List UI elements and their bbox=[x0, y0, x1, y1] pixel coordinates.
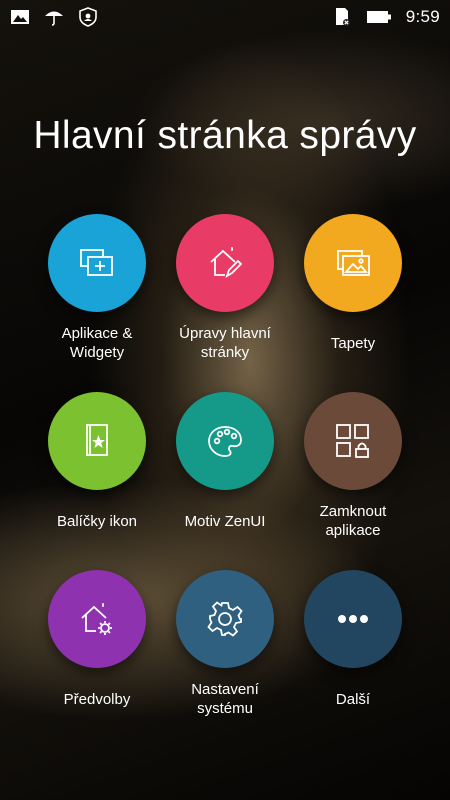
status-left bbox=[10, 7, 98, 27]
settings-grid: Aplikace & Widgety Úpravy hlavní stránky… bbox=[34, 214, 418, 748]
sd-card-icon bbox=[335, 8, 350, 26]
umbrella-icon bbox=[45, 11, 63, 26]
app-lock-icon bbox=[336, 424, 369, 458]
more-button[interactable] bbox=[304, 570, 402, 668]
icon-pack-button[interactable] bbox=[48, 392, 146, 490]
shield-icon bbox=[79, 7, 97, 27]
battery-icon bbox=[366, 11, 391, 23]
tile-apps-widgets[interactable]: Aplikace & Widgety bbox=[34, 214, 160, 392]
tile-app-lock[interactable]: Zamknout aplikace bbox=[290, 392, 416, 570]
tile-label: Tapety bbox=[330, 334, 376, 352]
tile-label: Motiv ZenUI bbox=[184, 512, 266, 530]
preferences-button[interactable] bbox=[48, 570, 146, 668]
tile-label: Nastavení systému bbox=[191, 681, 259, 717]
status-bar: 9:59 bbox=[0, 0, 450, 34]
clock: 9:59 bbox=[405, 7, 440, 26]
zenui-theme-button[interactable] bbox=[176, 392, 274, 490]
page-title: Hlavní stránka správy bbox=[33, 114, 417, 157]
tile-preferences[interactable]: Předvolby bbox=[34, 570, 160, 748]
tile-more[interactable]: Další bbox=[290, 570, 416, 748]
icon-pack-icon bbox=[86, 424, 108, 456]
tile-label: Další bbox=[335, 690, 371, 708]
apps-widgets-button[interactable] bbox=[48, 214, 146, 312]
tile-system-settings[interactable]: Nastavení systému bbox=[162, 570, 288, 748]
apps-widgets-icon bbox=[80, 249, 113, 276]
gallery-icon bbox=[11, 10, 29, 24]
palette-icon bbox=[208, 426, 242, 457]
wallpaper-button[interactable] bbox=[304, 214, 402, 312]
home-settings-icon bbox=[81, 603, 112, 635]
tile-label: Úpravy hlavní stránky bbox=[179, 325, 271, 361]
tile-edit-home[interactable]: Úpravy hlavní stránky bbox=[162, 214, 288, 392]
tile-label: Aplikace & Widgety bbox=[61, 325, 133, 361]
tile-label: Balíčky ikon bbox=[56, 512, 138, 530]
tile-icon-packs[interactable]: Balíčky ikon bbox=[34, 392, 160, 570]
app-lock-button[interactable] bbox=[304, 392, 402, 490]
wallpaper-icon bbox=[337, 250, 370, 276]
tile-label: Předvolby bbox=[63, 690, 131, 708]
edit-home-button[interactable] bbox=[176, 214, 274, 312]
gear-icon bbox=[207, 601, 243, 637]
tile-label: Zamknout aplikace bbox=[319, 503, 387, 539]
edit-home-icon bbox=[210, 247, 243, 279]
system-settings-button[interactable] bbox=[176, 570, 274, 668]
status-right: 9:59 bbox=[332, 7, 440, 27]
tile-wallpaper[interactable]: Tapety bbox=[290, 214, 416, 392]
tile-zenui-theme[interactable]: Motiv ZenUI bbox=[162, 392, 288, 570]
more-icon bbox=[338, 615, 368, 623]
